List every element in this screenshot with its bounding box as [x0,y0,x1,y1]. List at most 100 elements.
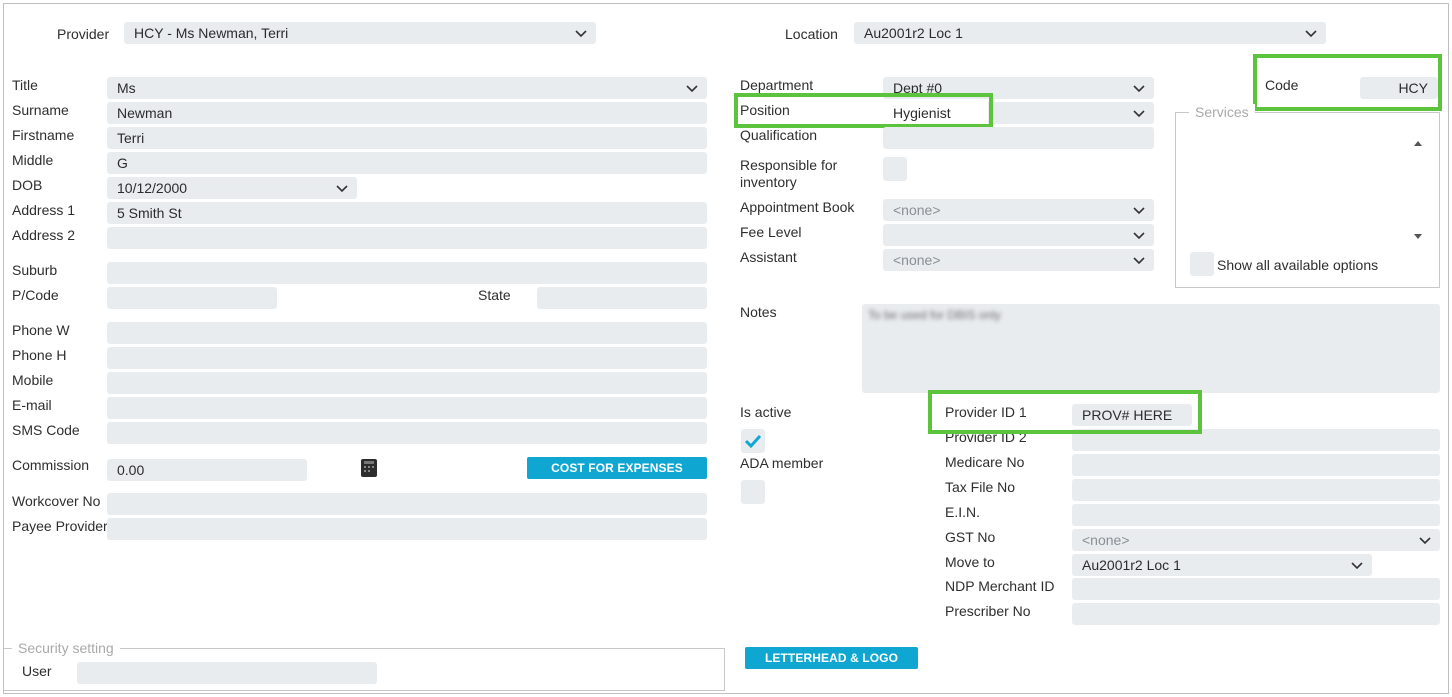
notes-label: Notes [740,304,777,320]
middle-label: Middle [12,152,54,168]
medicare-input[interactable] [1072,454,1440,476]
address2-input[interactable] [107,227,707,249]
chevron-down-icon [1132,203,1146,217]
security-legend: Security setting [12,640,120,656]
email-label: E-mail [12,397,52,413]
notes-textarea[interactable]: To be used for DBIS only [862,304,1440,393]
department-label: Department [740,77,814,93]
move-to-label: Move to [945,554,995,570]
ada-member-label: ADA member [740,455,824,471]
move-to-select[interactable]: Au2001r2 Loc 1 [1072,554,1372,576]
phone-w-input[interactable] [107,322,707,344]
tax-file-label: Tax File No [945,479,1016,495]
assistant-select[interactable]: <none> [883,249,1154,271]
mobile-input[interactable] [107,372,707,394]
dob-value: 10/12/2000 [117,180,188,196]
is-active-label: Is active [740,404,792,420]
chevron-down-icon [1418,533,1432,547]
dob-label: DOB [12,177,43,193]
phone-h-input[interactable] [107,347,707,369]
ndp-merchant-label: NDP Merchant ID [945,578,1055,594]
sms-code-input[interactable] [107,422,707,444]
address1-label: Address 1 [12,202,76,218]
assistant-label: Assistant [740,249,797,265]
address1-input[interactable]: 5 Smith St [107,202,707,224]
show-all-options-label: Show all available options [1217,257,1379,273]
responsible-label-line1: Responsible for [740,157,838,173]
medicare-label: Medicare No [945,454,1025,470]
show-all-options-checkbox[interactable] [1190,252,1214,276]
chevron-down-icon [685,81,699,95]
surname-label: Surname [12,102,69,118]
suburb-label: Suburb [12,262,58,278]
firstname-input[interactable]: Terri [107,127,707,149]
title-label: Title [12,77,38,93]
user-input[interactable] [77,662,377,684]
notes-value: To be used for DBIS only [868,308,1001,322]
services-scrollbar[interactable] [1411,136,1425,242]
checkmark-icon [743,431,763,454]
provider-select[interactable]: HCY - Ms Newman, Terri [124,22,596,44]
pcode-input[interactable] [107,287,277,309]
chevron-down-icon [574,26,588,40]
ein-input[interactable] [1072,504,1440,526]
sms-code-label: SMS Code [12,422,80,438]
appointment-book-label: Appointment Book [740,199,855,215]
location-label: Location [785,26,838,42]
scroll-down-icon[interactable] [1411,230,1425,246]
appointment-book-select[interactable]: <none> [883,199,1154,221]
suburb-input[interactable] [107,262,707,284]
payee-provider-label: Payee Provider [12,518,108,534]
commission-input[interactable]: 0.00 [107,459,307,481]
email-input[interactable] [107,397,707,419]
services-legend: Services [1189,104,1255,120]
chevron-down-icon [1132,228,1146,242]
address2-label: Address 2 [12,227,76,243]
prescriber-input[interactable] [1072,603,1440,625]
firstname-label: Firstname [12,127,75,143]
responsible-label-line2: inventory [740,174,797,190]
mobile-label: Mobile [12,372,54,388]
chevron-down-icon [1350,558,1364,572]
ada-member-checkbox[interactable] [741,480,765,504]
location-select[interactable]: Au2001r2 Loc 1 [854,22,1326,44]
assistant-value: <none> [893,252,941,268]
title-select[interactable]: Ms [107,77,707,99]
gst-select[interactable]: <none> [1072,529,1440,551]
gst-label: GST No [945,529,996,545]
chevron-down-icon [335,181,349,195]
user-label: User [22,663,52,679]
letterhead-logo-setup-button[interactable]: LETTERHEAD & LOGO SETUP [745,647,918,687]
qualification-label: Qualification [740,127,818,143]
surname-input[interactable]: Newman [107,102,707,124]
payee-provider-input[interactable] [107,518,707,540]
tax-file-input[interactable] [1072,479,1440,501]
state-input[interactable] [537,287,707,309]
move-to-value: Au2001r2 Loc 1 [1082,557,1181,573]
ndp-merchant-input[interactable] [1072,578,1440,600]
appointment-book-value: <none> [893,202,941,218]
middle-input[interactable]: G [107,152,707,174]
provider-id1-highlight-box [928,390,1202,434]
fee-level-label: Fee Level [740,224,802,240]
qualification-input[interactable] [883,127,1154,149]
workcover-input[interactable] [107,493,707,515]
state-label: State [478,287,511,303]
workcover-label: Workcover No [12,493,101,509]
title-value: Ms [117,80,136,96]
cost-for-expenses-button[interactable]: COST FOR EXPENSES [527,457,707,479]
calculator-icon[interactable] [360,458,378,478]
gst-value: <none> [1082,532,1130,548]
prescriber-label: Prescriber No [945,603,1031,619]
position-highlight-box [734,93,993,128]
ein-label: E.I.N. [945,504,981,520]
chevron-down-icon [1304,26,1318,40]
fee-level-select[interactable] [883,224,1154,246]
commission-label: Commission [12,457,90,473]
dob-picker[interactable]: 10/12/2000 [107,177,357,199]
phone-h-label: Phone H [12,347,67,363]
chevron-down-icon [1132,106,1146,120]
scroll-up-icon[interactable] [1411,136,1425,152]
is-active-checkbox[interactable] [741,429,765,453]
responsible-inventory-checkbox[interactable] [883,157,907,181]
